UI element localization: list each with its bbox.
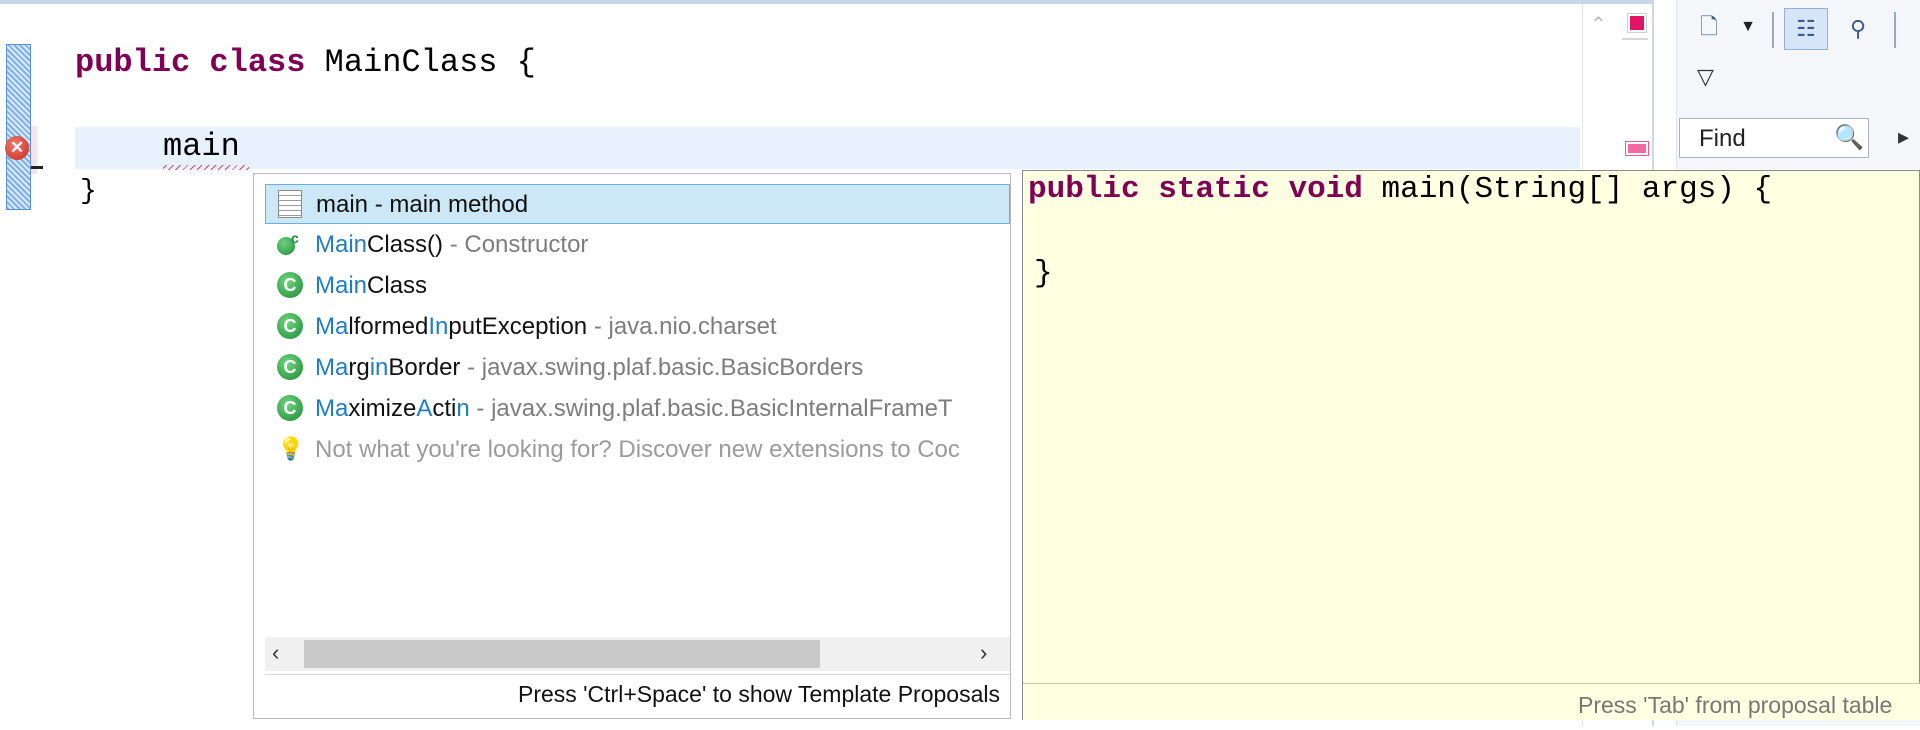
quick-diff-change-bar bbox=[6, 44, 31, 210]
class-icon: C bbox=[277, 354, 303, 380]
proposal-label: MainClass bbox=[315, 272, 427, 300]
scroll-right-icon[interactable]: › bbox=[980, 640, 987, 666]
proposal-label: MaximizeActin - javax.swing.plaf.basic.B… bbox=[315, 395, 953, 423]
proposal-text-segment: rg bbox=[348, 354, 370, 381]
proposal-item[interactable]: 💡 Not what you're looking for? Discover n… bbox=[265, 430, 1010, 470]
chevron-down-icon[interactable]: ▼ bbox=[1733, 12, 1763, 42]
error-squiggle bbox=[163, 165, 249, 170]
proposal-label: main - main method bbox=[316, 191, 528, 219]
proposal-label: MalformedInputException - java.nio.chars… bbox=[315, 313, 777, 341]
view-menu-icon[interactable]: ▽ bbox=[1697, 64, 1714, 90]
caret-indicator bbox=[31, 166, 43, 169]
toolbar-separator bbox=[1772, 12, 1774, 48]
method-signature: main(String[] args) { bbox=[1362, 172, 1773, 207]
code-line-2[interactable]: main bbox=[163, 128, 240, 165]
proposal-text-segment: Not what you're looking for? Discover ne… bbox=[315, 436, 960, 463]
class-declaration: MainClass { bbox=[305, 44, 536, 81]
proposal-item[interactable]: C MaximizeActin - javax.swing.plaf.basic.… bbox=[265, 389, 1010, 429]
proposal-text-segment: In bbox=[428, 313, 449, 340]
proposal-text-segment: Main bbox=[315, 272, 368, 299]
proposal-text-segment: Border bbox=[388, 354, 461, 381]
proposal-text-segment: putException bbox=[448, 313, 588, 340]
proposal-label: Not what you're looking for? Discover ne… bbox=[315, 436, 960, 464]
proposal-text-segment: Main bbox=[315, 231, 368, 258]
constructor-icon: c bbox=[277, 230, 299, 255]
error-glyph: ✕ bbox=[9, 138, 25, 157]
scrollbar-thumb[interactable] bbox=[304, 640, 820, 668]
proposal-text-segment: in bbox=[369, 354, 389, 381]
proposal-item[interactable]: c MainClass() - Constructor bbox=[265, 225, 1010, 265]
error-icon[interactable]: ✕ bbox=[5, 136, 29, 160]
scroll-up-icon[interactable]: ⌃ bbox=[1590, 12, 1607, 37]
keyword-class: class bbox=[209, 44, 306, 81]
proposal-text-segment: ximize bbox=[348, 395, 417, 422]
proposal-item[interactable]: C MalformedInputException - java.nio.char… bbox=[265, 307, 1010, 347]
proposal-text-segment: Ma bbox=[315, 354, 349, 381]
proposal-item[interactable]: C MarginBorder - javax.swing.plaf.basic.B… bbox=[265, 348, 1010, 388]
keyword-static: static bbox=[1158, 172, 1270, 207]
tree-icon[interactable]: ⚲ bbox=[1843, 14, 1873, 44]
toolbar-separator-2 bbox=[1894, 12, 1896, 48]
code-line-3[interactable]: } bbox=[80, 176, 97, 207]
code-line-1[interactable]: public class MainClass { bbox=[75, 44, 536, 81]
overview-error-summary-icon[interactable] bbox=[1627, 13, 1647, 33]
doc-closing-brace: } bbox=[1034, 256, 1053, 291]
proposal-text-segment: main - main method bbox=[316, 191, 529, 218]
current-line-highlight bbox=[75, 127, 1580, 169]
keyword-public: public bbox=[75, 44, 191, 81]
proposal-text-segment: - java.nio.charset bbox=[587, 313, 777, 340]
class-icon: C bbox=[277, 313, 303, 339]
search-icon[interactable]: 🔍 bbox=[1834, 123, 1864, 152]
class-icon: C bbox=[277, 395, 303, 421]
proposal-label: MainClass() - Constructor bbox=[315, 231, 588, 259]
proposal-text-segment: - javax.swing.plaf.basic.BasicBorders bbox=[460, 354, 864, 381]
lightbulb-icon: 💡 bbox=[277, 436, 305, 461]
proposal-text-segment: Ma bbox=[315, 313, 349, 340]
proposal-item[interactable]: C MainClass bbox=[265, 266, 1010, 306]
proposal-text-segment: - Constructor bbox=[443, 231, 589, 258]
proposal-text-segment: Ma bbox=[315, 395, 349, 422]
doc-code-line-2: } bbox=[1034, 256, 1053, 291]
proposal-item[interactable]: main - main method bbox=[265, 184, 1010, 224]
proposal-text-segment: Class() bbox=[367, 231, 444, 258]
proposal-text-segment: - javax.swing.plaf.basic.BasicInternalFr… bbox=[469, 395, 953, 422]
hierarchy-icon: ☷ bbox=[1796, 16, 1816, 41]
overview-error-marker[interactable] bbox=[1625, 141, 1649, 156]
keyword-void: void bbox=[1288, 172, 1363, 207]
proposal-text-segment: lformed bbox=[348, 313, 429, 340]
proposal-info-popup[interactable] bbox=[1022, 170, 1920, 720]
scroll-left-icon[interactable]: ‹ bbox=[272, 640, 279, 666]
doc-code-line-1: public static void main(String[] args) { bbox=[1028, 172, 1772, 207]
template-icon bbox=[278, 190, 302, 218]
proposal-text-segment: n bbox=[456, 395, 470, 422]
find-placeholder: Find bbox=[1699, 125, 1746, 152]
expand-arrow-icon[interactable]: ▸ bbox=[1898, 124, 1909, 150]
closing-brace: } bbox=[80, 176, 97, 207]
overview-divider bbox=[1622, 38, 1648, 40]
proposal-text-segment: cti bbox=[432, 395, 457, 422]
keyword-public: public bbox=[1028, 172, 1140, 207]
content-assist-status-bar: Press 'Ctrl+Space' to show Template Prop… bbox=[265, 674, 1010, 715]
doc-status-text: Press 'Tab' from proposal table bbox=[1578, 692, 1893, 718]
content-assist-status-text: Press 'Ctrl+Space' to show Template Prop… bbox=[517, 681, 1000, 707]
proposal-label: MarginBorder - javax.swing.plaf.basic.Ba… bbox=[315, 354, 863, 382]
typed-identifier: main bbox=[163, 128, 240, 165]
proposal-text-segment: Class bbox=[367, 272, 428, 299]
proposal-text-segment: A bbox=[416, 395, 433, 422]
class-icon: C bbox=[277, 272, 303, 298]
new-element-icon[interactable]: 🗋 bbox=[1694, 12, 1724, 42]
